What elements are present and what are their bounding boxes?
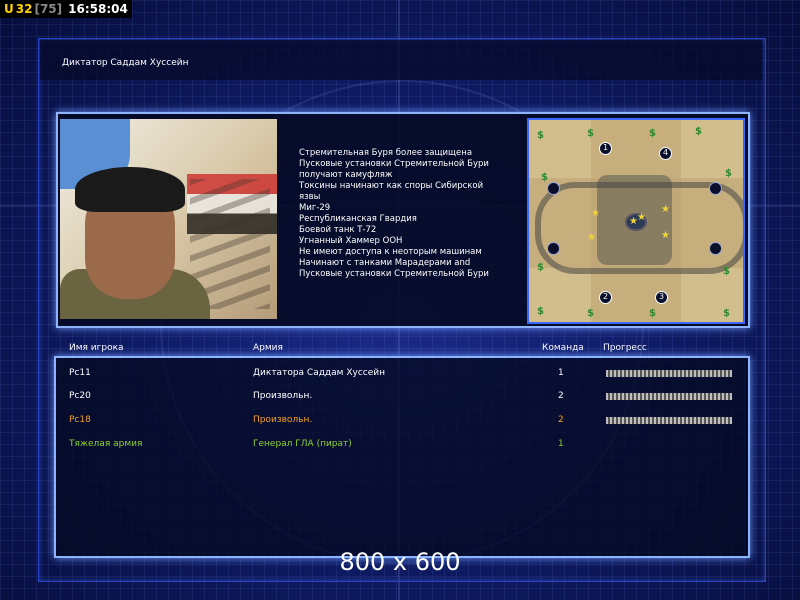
minimap-supply-icon: $	[587, 308, 594, 319]
player-team: 2	[558, 415, 564, 425]
minimap-supply-icon: $	[723, 266, 730, 277]
minimap-start-position: 2	[599, 291, 612, 304]
unit-count: 32	[15, 2, 33, 16]
unit-cap: [75]	[34, 2, 63, 16]
player-army: Произвольн.	[253, 391, 313, 401]
player-name: Pc18	[69, 415, 91, 425]
description-line: Токсины начинают как споры Сибирской	[299, 181, 484, 191]
minimap-supply-icon: $	[695, 126, 702, 137]
player-team: 2	[558, 391, 564, 401]
player-team: 1	[558, 368, 564, 378]
header-progress: Прогресс	[603, 343, 647, 353]
minimap-empty-start	[547, 242, 560, 255]
player-row: Pc18 Произвольн. 2	[0, 415, 800, 429]
minimap-supply-icon: $	[537, 306, 544, 317]
minimap-start-position: 1	[599, 142, 612, 155]
player-army: Произвольн.	[253, 415, 313, 425]
description-line: Угнанный Хаммер ООН	[299, 236, 403, 246]
player-row: Pc11 Диктатора Саддам Хуссейн 1	[0, 368, 800, 382]
minimap-supply-icon: $	[587, 128, 594, 139]
description-line: Начинают с танками Марадерами and	[299, 258, 471, 268]
player-progress-bar	[606, 393, 732, 400]
player-army: Генерал ГЛА (пират)	[253, 439, 352, 449]
minimap-empty-start	[547, 182, 560, 195]
player-row: Pc20 Произвольн. 2	[0, 391, 800, 405]
resolution-label: 800 x 600	[339, 548, 461, 576]
hud-overlay: U 32 [75] 16:58:04	[0, 0, 132, 18]
description-line: получают камуфляж	[299, 170, 393, 180]
minimap-supply-icon: $	[649, 128, 656, 139]
player-progress-bar	[606, 370, 732, 377]
minimap-supply-icon: $	[537, 130, 544, 141]
players-panel	[54, 356, 750, 558]
player-team: 1	[558, 439, 564, 449]
minimap-supply-icon: $	[723, 308, 730, 319]
player-row: Тяжелая армия Генерал ГЛА (пират) 1	[0, 439, 800, 453]
description-line: язвы	[299, 192, 321, 202]
unit-label: U	[4, 2, 14, 16]
minimap-oil-derrick-icon: ★	[661, 204, 670, 215]
player-name: Pc11	[69, 368, 91, 378]
player-army: Диктатора Саддам Хуссейн	[253, 368, 385, 378]
minimap-oil-derrick-icon: ★	[591, 208, 600, 219]
general-description: Стремительная Буря более защищена Пусковы…	[299, 148, 521, 280]
description-line: Миг-29	[299, 203, 331, 213]
header-player-name: Имя игрока	[69, 343, 124, 353]
minimap-supply-icon: $	[649, 308, 656, 319]
minimap-empty-start	[709, 182, 722, 195]
description-line: Боевой танк Т-72	[299, 225, 377, 235]
minimap-empty-start	[709, 242, 722, 255]
general-portrait	[60, 119, 277, 319]
minimap-start-position: 4	[659, 147, 672, 160]
description-line: Не имеют доступа к неоторым машинам	[299, 247, 482, 257]
beret-graphic	[75, 167, 185, 212]
minimap-oil-derrick-icon: ★	[587, 232, 596, 243]
header-army: Армия	[253, 343, 283, 353]
minimap-oil-derrick-icon: ★	[661, 230, 670, 241]
minimap-start-position: 3	[655, 291, 668, 304]
minimap-oil-derrick-icon: ★	[637, 212, 646, 223]
description-line: Стремительная Буря более защищена	[299, 148, 473, 158]
description-line: Пусковые установки Стремительной Бури	[299, 159, 489, 169]
minimap-supply-icon: $	[541, 172, 548, 183]
description-line: Пусковые установки Стремительной Бури	[299, 269, 489, 279]
description-line: Республиканская Гвардия	[299, 214, 417, 224]
player-name: Pc20	[69, 391, 91, 401]
header-team: Команда	[542, 343, 584, 353]
player-name: Тяжелая армия	[69, 439, 143, 449]
game-clock: 16:58:04	[68, 2, 128, 16]
general-title: Диктатор Саддам Хуссейн	[62, 58, 189, 68]
player-progress-bar	[606, 417, 732, 424]
minimap-supply-icon: $	[725, 168, 732, 179]
minimap-supply-icon: $	[537, 262, 544, 273]
minimap: 1 4 2 3 $ $ $ $ $ $ $ $ $ $ $ $ ★ ★ ★ ★ ★ ★	[527, 118, 745, 324]
